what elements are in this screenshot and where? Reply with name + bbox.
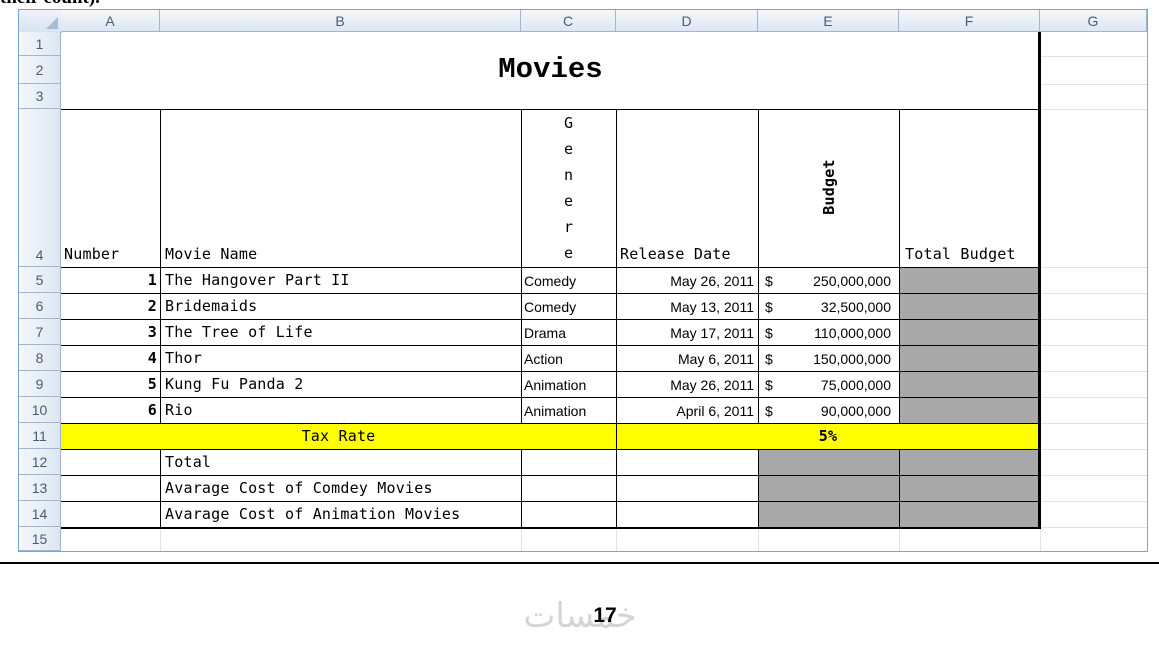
movie-name[interactable]: Kung Fu Panda 2 [165, 371, 517, 397]
movie-release-date[interactable]: May 13, 2011 [616, 293, 754, 319]
border-line [61, 527, 1040, 529]
header-budget: Budget [820, 159, 838, 215]
border-line [899, 109, 900, 423]
movie-release-date[interactable]: May 6, 2011 [616, 345, 754, 371]
sheet-title[interactable]: Movies [61, 56, 1040, 84]
movie-name[interactable]: The Hangover Part II [165, 267, 517, 293]
row-header-1[interactable]: 1 [19, 32, 61, 56]
border-line [758, 109, 759, 423]
genre-letter: r [563, 218, 574, 236]
genre-letter: e [563, 192, 574, 210]
movie-genre[interactable]: Animation [524, 397, 614, 423]
border-line [61, 345, 1040, 346]
movie-release-date[interactable]: April 6, 2011 [616, 397, 754, 423]
row-header-10[interactable]: 10 [19, 397, 61, 423]
border-line [521, 109, 522, 423]
border-line [1038, 32, 1041, 529]
movie-budget[interactable]: 150,000,000 [779, 345, 891, 371]
movie-name[interactable]: The Tree of Life [165, 319, 517, 345]
row-header-11[interactable]: 11 [19, 423, 61, 449]
movie-number[interactable]: 3 [61, 319, 157, 345]
border-line [899, 449, 900, 527]
border-line [61, 475, 1040, 476]
row-header-9[interactable]: 9 [19, 371, 61, 397]
movie-genre[interactable]: Comedy [524, 267, 614, 293]
border-line [160, 109, 161, 423]
movie-release-date[interactable]: May 26, 2011 [616, 267, 754, 293]
column-header-b[interactable]: B [160, 10, 521, 32]
genre-letter: e [563, 140, 574, 158]
row-header-2[interactable]: 2 [19, 56, 61, 84]
page-number: 17 [593, 604, 617, 627]
movie-name[interactable]: Thor [165, 345, 517, 371]
column-header-g[interactable]: G [1040, 10, 1147, 32]
movie-number[interactable]: 6 [61, 397, 157, 423]
movie-number[interactable]: 1 [61, 267, 157, 293]
movie-name[interactable]: Rio [165, 397, 517, 423]
header-release-date[interactable]: Release Date [620, 242, 758, 266]
spreadsheet-window: A B C D E F G 1 2 3 4 5 6 7 8 9 10 11 12… [18, 9, 1148, 552]
movie-genre[interactable]: Comedy [524, 293, 614, 319]
border-line [160, 449, 161, 527]
column-header-e[interactable]: E [758, 10, 899, 32]
genre-letter: e [563, 244, 574, 262]
column-header-c[interactable]: C [521, 10, 616, 32]
row-header-15[interactable]: 15 [19, 527, 61, 551]
border-line [61, 319, 1040, 320]
movie-release-date[interactable]: May 17, 2011 [616, 319, 754, 345]
row-header-3[interactable]: 3 [19, 84, 61, 109]
column-header-d[interactable]: D [616, 10, 758, 32]
header-movie-name[interactable]: Movie Name [165, 242, 515, 266]
summary-avg-animation-label[interactable]: Avarage Cost of Animation Movies [165, 501, 517, 527]
movie-budget[interactable]: 75,000,000 [779, 371, 891, 397]
border-line [61, 371, 1040, 372]
movie-number[interactable]: 5 [61, 371, 157, 397]
border-line [616, 109, 617, 527]
summary-avg-comedy-label[interactable]: Avarage Cost of Comdey Movies [165, 475, 517, 501]
movie-budget[interactable]: 110,000,000 [779, 319, 891, 345]
row-header-4[interactable]: 4 [19, 109, 61, 267]
row-header-7[interactable]: 7 [19, 319, 61, 345]
movie-budget[interactable]: 90,000,000 [779, 397, 891, 423]
movie-number[interactable]: 2 [61, 293, 157, 319]
summary-total-label[interactable]: Total [165, 449, 517, 475]
row-header-14[interactable]: 14 [19, 501, 61, 527]
header-genre[interactable]: G e n e r e [521, 109, 616, 267]
movie-name[interactable]: Bridemaids [165, 293, 517, 319]
movie-budget[interactable]: 250,000,000 [779, 267, 891, 293]
header-budget-cell[interactable]: Budget [758, 109, 899, 267]
tax-rate-value[interactable]: 5% [616, 423, 1040, 449]
column-header-a[interactable]: A [61, 10, 160, 32]
row-header-12[interactable]: 12 [19, 449, 61, 475]
cut-off-text: their count). [0, 0, 100, 9]
movie-budget[interactable]: 32,500,000 [779, 293, 891, 319]
tax-rate-label[interactable]: Tax Rate [61, 423, 616, 449]
movie-genre[interactable]: Action [524, 345, 614, 371]
border-line [61, 501, 1040, 502]
border-line [61, 293, 1040, 294]
movie-genre[interactable]: Animation [524, 371, 614, 397]
row-header-8[interactable]: 8 [19, 345, 61, 371]
movie-release-date[interactable]: May 26, 2011 [616, 371, 754, 397]
movie-genre[interactable]: Drama [524, 319, 614, 345]
row-header-6[interactable]: 6 [19, 293, 61, 319]
column-header-f[interactable]: F [899, 10, 1040, 32]
row-header-13[interactable]: 13 [19, 475, 61, 501]
genre-letter: n [563, 166, 574, 184]
header-total-budget[interactable]: Total Budget [905, 242, 1040, 266]
movie-number[interactable]: 4 [61, 345, 157, 371]
border-line [758, 449, 759, 527]
border-line [61, 423, 1040, 424]
border-line [61, 397, 1040, 398]
select-all-button[interactable] [19, 10, 62, 33]
border-line [61, 449, 1040, 450]
border-line [61, 109, 1040, 110]
border-line [521, 449, 522, 527]
row-header-5[interactable]: 5 [19, 267, 61, 293]
border-line [61, 267, 1040, 268]
header-number[interactable]: Number [64, 242, 160, 266]
page-divider [0, 562, 1159, 564]
genre-letter: G [563, 114, 574, 132]
